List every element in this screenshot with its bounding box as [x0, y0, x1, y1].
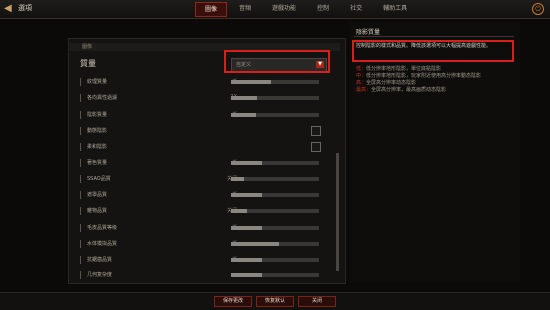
restore-defaults-button[interactable]: 恢复默认	[256, 296, 294, 307]
slider-fill	[231, 242, 280, 246]
row-tick	[80, 256, 81, 264]
tab-bar: 圖像 音頻 遊戲功能 控制 社交 輔助工具	[195, 2, 416, 17]
setting-label: 著色質量	[87, 160, 108, 166]
level-name: 中：	[356, 73, 367, 79]
level-text: 全屏高分辨率动态陰影	[366, 80, 417, 86]
row-tick	[80, 78, 81, 86]
setting-slider[interactable]	[231, 273, 319, 277]
save-changes-button[interactable]: 保存更改	[214, 296, 252, 307]
row-tick	[80, 159, 81, 167]
info-level-item: 低：低分辨率地形陰影，單位底點陰影	[356, 66, 516, 73]
setting-row[interactable]: 動態陰影	[77, 125, 337, 137]
exit-icon[interactable]: ⏻	[532, 3, 544, 15]
level-name: 最高：	[356, 87, 372, 93]
setting-row[interactable]: 抗鋸齒品質低	[77, 254, 337, 266]
row-tick	[80, 191, 81, 199]
row-tick	[80, 127, 81, 135]
level-name: 低：	[356, 66, 367, 72]
window-title: 選項	[18, 4, 32, 12]
row-tick	[80, 175, 81, 183]
info-title: 陰影質量	[356, 29, 381, 36]
setting-checkbox[interactable]	[311, 126, 321, 136]
level-text: 全屏高分辨率，最高画质动态陰影	[371, 87, 447, 93]
tab-accessibility[interactable]: 輔助工具	[374, 2, 416, 15]
setting-checkbox[interactable]	[311, 142, 321, 152]
row-tick	[80, 224, 81, 232]
setting-label: 柔和陰影	[87, 144, 108, 150]
slider-fill	[231, 193, 262, 197]
setting-row[interactable]: 著色質量低	[77, 157, 337, 169]
row-tick	[80, 143, 81, 151]
row-tick	[80, 111, 81, 119]
setting-row[interactable]: 遮罩品質低	[77, 189, 337, 201]
setting-slider[interactable]	[231, 193, 319, 197]
setting-label: 紋理質量	[87, 79, 108, 85]
setting-slider[interactable]	[231, 226, 319, 230]
level-text: 低分辨率地形陰影，單位底點陰影	[366, 66, 442, 72]
scrollbar[interactable]	[336, 153, 339, 271]
setting-label: SSAO品質	[87, 176, 111, 182]
setting-label: 動態陰影	[87, 128, 108, 134]
quality-label: 質量	[80, 59, 96, 68]
setting-label: 陰影質量	[87, 112, 108, 118]
slider-fill	[231, 226, 262, 230]
row-tick	[80, 271, 81, 279]
setting-slider[interactable]	[231, 80, 319, 84]
tab-gameplay[interactable]: 遊戲功能	[263, 2, 305, 15]
level-name: 高：	[356, 80, 367, 86]
setting-slider[interactable]	[231, 242, 319, 246]
slider-fill	[231, 273, 262, 277]
close-button[interactable]: 关闭	[298, 296, 336, 307]
slider-fill	[231, 113, 256, 117]
slider-fill	[231, 161, 262, 165]
setting-slider[interactable]	[231, 177, 319, 181]
setting-row[interactable]: 紋理質量低	[77, 76, 337, 88]
slider-fill	[231, 177, 245, 181]
setting-slider[interactable]	[231, 96, 319, 100]
setting-row[interactable]: 雜物品質关闭	[77, 205, 337, 217]
setting-slider[interactable]	[231, 209, 319, 213]
setting-slider[interactable]	[231, 161, 319, 165]
row-tick	[80, 94, 81, 102]
divider	[354, 36, 514, 37]
setting-label: 水体模拟品質	[87, 241, 118, 247]
slider-fill	[231, 96, 258, 100]
setting-label: 毛皮品質等级	[87, 225, 118, 231]
top-bar: ◀ 選項 圖像 音頻 遊戲功能 控制 社交 輔助工具 ⏻	[0, 0, 550, 19]
tab-social[interactable]: 社交	[341, 2, 371, 15]
setting-row[interactable]: SSAO品質关闭	[77, 173, 337, 185]
setting-slider[interactable]	[231, 113, 319, 117]
row-tick	[80, 240, 81, 248]
setting-row[interactable]: 柔和陰影	[77, 141, 337, 153]
info-level-item: 最高：全屏高分辨率，最高画质动态陰影	[356, 87, 516, 94]
info-description: 控制陰影的樣式和品質。降低該選項可以大幅提高遊戲性能。	[356, 43, 492, 49]
slider-fill	[231, 209, 247, 213]
setting-label: 抗鋸齒品質	[87, 257, 113, 263]
setting-slider[interactable]	[231, 258, 319, 262]
setting-row[interactable]: 各向異性過濾2X	[77, 92, 337, 104]
setting-label: 几何复杂度	[87, 272, 113, 278]
highlight-box-quality	[224, 50, 330, 73]
info-panel	[350, 23, 520, 283]
setting-row[interactable]: 几何复杂度	[77, 269, 337, 281]
info-level-item: 中：低分辨率地形陰影，玩家附近使用高分辨率動态陰影	[356, 73, 516, 80]
setting-row[interactable]: 水体模拟品質低	[77, 238, 337, 250]
tab-audio[interactable]: 音頻	[230, 2, 260, 15]
row-tick	[80, 207, 81, 215]
arrow-back-icon[interactable]: ◀	[4, 3, 15, 14]
info-level-list: 低：低分辨率地形陰影，單位底點陰影 中：低分辨率地形陰影，玩家附近使用高分辨率動态…	[356, 66, 516, 94]
tab-graphics[interactable]: 圖像	[195, 2, 228, 17]
setting-label: 雜物品質	[87, 208, 108, 214]
level-text: 低分辨率地形陰影，玩家附近使用高分辨率動态陰影	[366, 73, 482, 79]
tab-controls[interactable]: 控制	[308, 2, 338, 15]
info-level-item: 高：全屏高分辨率动态陰影	[356, 80, 516, 87]
slider-fill	[231, 80, 271, 84]
setting-label: 遮罩品質	[87, 192, 108, 198]
setting-label: 各向異性過濾	[87, 95, 118, 101]
slider-fill	[231, 258, 262, 262]
setting-row[interactable]: 毛皮品質等级低	[77, 222, 337, 234]
setting-row[interactable]: 陰影質量低	[77, 109, 337, 121]
